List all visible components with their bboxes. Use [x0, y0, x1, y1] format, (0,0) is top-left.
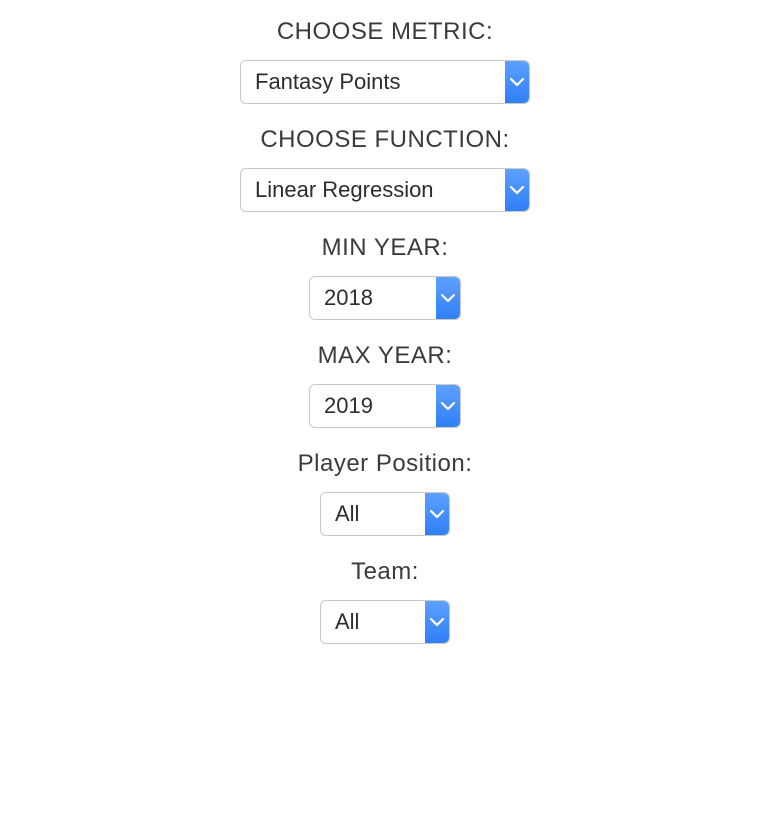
field-min-year: Min Year: 2018: [309, 234, 461, 320]
chevron-down-icon: [510, 185, 524, 195]
select-min-year-value: 2018: [310, 277, 436, 319]
label-player-position: Player Position:: [298, 450, 473, 478]
label-max-year: Max Year:: [318, 342, 453, 370]
select-player-position-value: All: [321, 493, 425, 535]
select-metric-value: Fantasy Points: [241, 61, 505, 103]
chevron-down-icon: [441, 293, 455, 303]
chevron-down-icon: [430, 509, 444, 519]
chevron-down-icon: [510, 77, 524, 87]
select-function-button[interactable]: [505, 169, 529, 211]
field-metric: Choose Metric: Fantasy Points: [240, 18, 530, 104]
select-team-button[interactable]: [425, 601, 449, 643]
label-metric: Choose Metric:: [277, 18, 493, 46]
select-min-year[interactable]: 2018: [309, 276, 461, 320]
select-max-year-value: 2019: [310, 385, 436, 427]
filter-form: Choose Metric: Fantasy Points Choose Fun…: [0, 0, 770, 666]
chevron-down-icon: [430, 617, 444, 627]
label-team: Team:: [351, 558, 419, 586]
field-player-position: Player Position: All: [298, 450, 473, 536]
label-min-year: Min Year:: [322, 234, 449, 262]
field-function: Choose Function: Linear Regression: [240, 126, 530, 212]
field-team: Team: All: [320, 558, 450, 644]
select-function-value: Linear Regression: [241, 169, 505, 211]
field-max-year: Max Year: 2019: [309, 342, 461, 428]
select-metric-button[interactable]: [505, 61, 529, 103]
select-player-position-button[interactable]: [425, 493, 449, 535]
select-max-year[interactable]: 2019: [309, 384, 461, 428]
select-team[interactable]: All: [320, 600, 450, 644]
label-function: Choose Function:: [260, 126, 509, 154]
select-metric[interactable]: Fantasy Points: [240, 60, 530, 104]
chevron-down-icon: [441, 401, 455, 411]
select-team-value: All: [321, 601, 425, 643]
select-min-year-button[interactable]: [436, 277, 460, 319]
select-function[interactable]: Linear Regression: [240, 168, 530, 212]
select-max-year-button[interactable]: [436, 385, 460, 427]
select-player-position[interactable]: All: [320, 492, 450, 536]
